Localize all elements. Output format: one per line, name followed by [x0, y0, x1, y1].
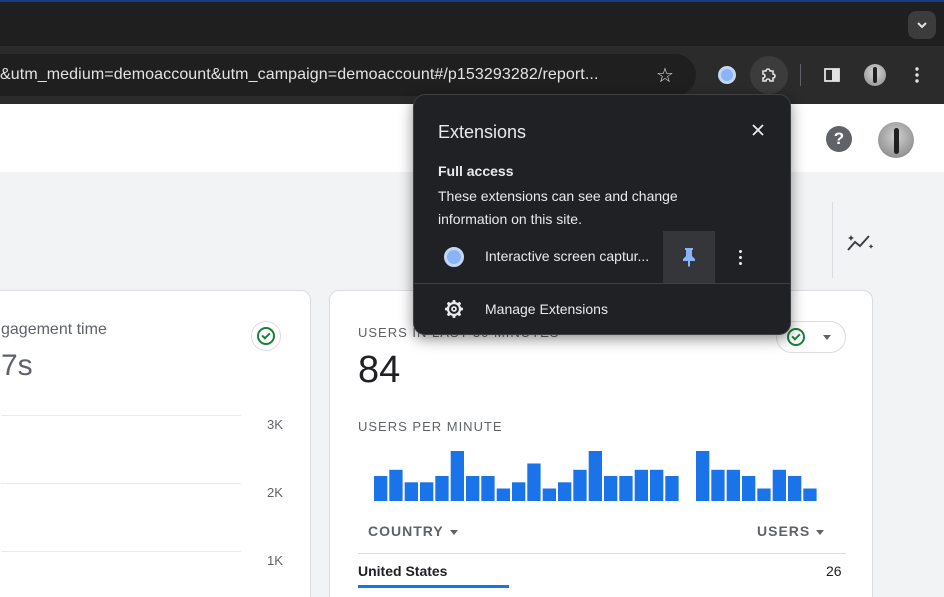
bar-23 [711, 469, 725, 501]
more-vert-icon [738, 249, 742, 253]
bar-18 [634, 469, 648, 501]
bar-2 [389, 469, 403, 501]
side-panel-icon [824, 68, 840, 82]
bar-15 [588, 451, 602, 501]
bar-28 [788, 476, 802, 501]
browser-menu-button[interactable] [898, 56, 936, 94]
puzzle-icon [762, 68, 776, 82]
more-vert-icon [915, 67, 919, 83]
bar-9 [496, 488, 510, 501]
extension-icon [444, 247, 464, 267]
close-icon [752, 124, 764, 136]
extension-more-button[interactable] [730, 245, 750, 269]
users-count: 84 [358, 349, 401, 391]
realtime-card: USERS IN LAST 30 MINUTES 84 USERS PER MI… [329, 290, 873, 597]
gridline [1, 551, 241, 552]
bar-8 [481, 476, 495, 501]
country-name: United States [358, 563, 448, 579]
chevron-down-icon [917, 22, 927, 29]
engagement-value: 7s [1, 349, 33, 382]
bar-13 [558, 482, 572, 501]
y-tick-label: 3K [267, 417, 283, 432]
check-circle-icon [257, 327, 275, 345]
bar-14 [573, 469, 587, 501]
y-tick-label: 1K [267, 553, 283, 568]
toolbar-separator [800, 64, 801, 86]
country-column-header[interactable]: COUNTRY [368, 523, 458, 539]
users-header-label: USERS [757, 523, 811, 539]
bar-29 [803, 488, 817, 501]
bar-10 [512, 482, 526, 501]
tab-strip [0, 0, 944, 46]
bar-27 [772, 469, 786, 501]
bar-7 [466, 476, 480, 501]
table-divider [358, 553, 846, 554]
engagement-line-chart [1, 415, 243, 551]
pin-button[interactable] [663, 231, 715, 283]
bar-11 [527, 463, 541, 501]
users-per-minute-label: USERS PER MINUTE [358, 419, 503, 434]
profile-avatar [864, 64, 886, 86]
bar-26 [757, 488, 771, 501]
bar-1 [374, 476, 388, 501]
extension-icon-button[interactable] [708, 56, 746, 94]
close-button[interactable] [747, 119, 769, 141]
bar-6 [450, 451, 464, 501]
popup-divider [414, 283, 790, 284]
manage-extensions-link[interactable]: Manage Extensions [485, 301, 608, 317]
extension-icon [718, 66, 736, 84]
help-icon[interactable]: ? [826, 126, 852, 152]
bar-19 [650, 469, 664, 501]
bar-4 [420, 482, 434, 501]
bar-17 [619, 476, 633, 501]
tab-search-button[interactable] [908, 11, 936, 39]
popup-title: Extensions [438, 122, 527, 142]
bar-20 [665, 476, 679, 501]
bar-12 [542, 488, 556, 501]
gear-icon [445, 300, 463, 318]
header-divider [832, 202, 833, 278]
country-share-bar [358, 585, 509, 588]
bar-25 [742, 476, 756, 501]
bar-16 [604, 476, 618, 501]
caret-down-icon [816, 529, 825, 535]
bar-5 [435, 476, 449, 501]
bar-22 [696, 451, 710, 501]
full-access-description: These extensions can see and change info… [438, 188, 678, 227]
extensions-popup: Extensions Full access These extensions … [413, 94, 791, 335]
extension-name[interactable]: Interactive screen captur... [485, 248, 649, 264]
status-check-button[interactable] [251, 321, 281, 351]
insights-icon[interactable] [845, 230, 875, 254]
bar-24 [726, 469, 740, 501]
url-text[interactable]: &utm_medium=demoaccount&utm_campaign=dem… [0, 66, 630, 84]
extensions-menu-button[interactable] [750, 56, 788, 94]
star-icon[interactable]: ☆ [656, 63, 674, 88]
bar-3 [404, 482, 418, 501]
caret-down-icon [449, 529, 458, 535]
users-per-minute-chart [374, 451, 817, 501]
engagement-card: gagement time 7s 3K 2K 1K [0, 290, 311, 597]
engagement-title: gagement time [1, 321, 107, 338]
country-header-label: COUNTRY [368, 523, 444, 539]
caret-down-icon [823, 335, 831, 340]
y-tick-label: 2K [267, 485, 283, 500]
address-bar[interactable]: &utm_medium=demoaccount&utm_campaign=dem… [0, 54, 696, 96]
profile-button[interactable] [856, 56, 894, 94]
country-users: 26 [826, 563, 842, 579]
full-access-heading: Full access [438, 163, 514, 179]
users-column-header[interactable]: USERS [757, 523, 825, 539]
avatar[interactable] [878, 122, 914, 158]
side-panel-button[interactable] [813, 56, 851, 94]
pin-icon [683, 248, 695, 267]
